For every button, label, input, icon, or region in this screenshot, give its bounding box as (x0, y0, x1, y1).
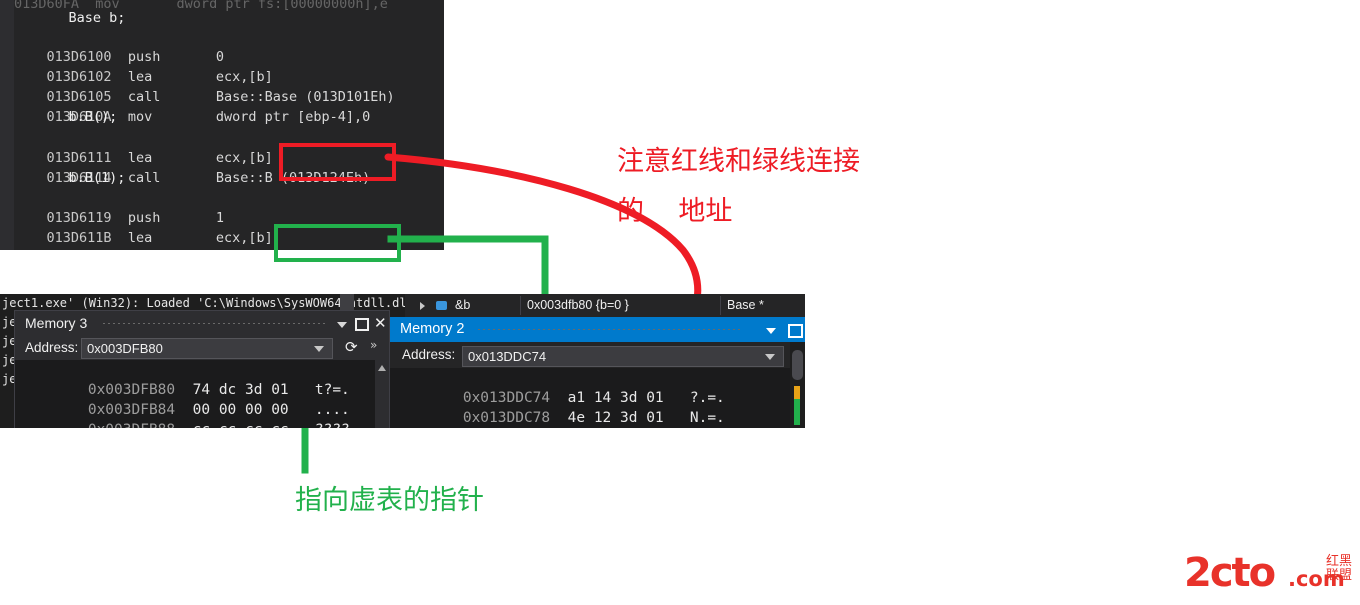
chevron-down-icon[interactable] (765, 354, 775, 360)
scrollbar-marker-green (794, 399, 800, 425)
disassembly-gutter (0, 0, 14, 250)
memory-2-row[interactable]: 0x013DDC74 a1 14 3d 01 ?.=. (393, 368, 725, 406)
memory-2-titlebar[interactable]: Memory 2 (390, 317, 805, 342)
watch-type: Base * (727, 298, 764, 312)
watch-value: 0x003dfb80 {b=0 } (527, 298, 629, 312)
watermark-cn-line2: 联盟 (1325, 568, 1352, 583)
disassembly-row[interactable]: 013D6102 lea ecx,[b] (14, 47, 444, 85)
red-annotation-line2: 的 地址 (617, 196, 733, 227)
green-highlight-box-call-target (274, 224, 401, 262)
memory-2-title: Memory 2 (400, 321, 465, 337)
disassembly-mnemonic: call (128, 248, 216, 250)
memory-2-vertical-scrollbar[interactable] (790, 342, 805, 428)
overflow-chevron-icon[interactable]: » (370, 338, 377, 352)
memory-3-row-clipped[interactable]: 0x003DFB8C 07 44 03 01 ?D?? (18, 420, 350, 428)
disassembly-row[interactable]: 013D610A mov dword ptr [ebp-4],0 (14, 87, 444, 125)
watermark-cn-line1: 红黑 (1325, 554, 1352, 569)
disassembly-row[interactable]: 013D6105 call Base::Base (013D101Eh) (14, 67, 444, 105)
ide-bottom-region: ject1.exe' (Win32): Loaded 'C:\Windows\S… (0, 294, 805, 428)
triangle-right-icon[interactable] (420, 302, 425, 310)
watch-column-divider (520, 296, 521, 315)
memory-3-vertical-scrollbar[interactable] (375, 360, 389, 428)
memory-3-row[interactable]: 0x003DFB80 74 dc 3d 01 t?=. (18, 360, 350, 398)
disassembly-source-line: b.B(); (36, 109, 118, 125)
maximize-icon[interactable] (355, 318, 369, 331)
red-annotation-line1: 注意红线和绿线连接 (617, 146, 860, 177)
titlebar-dotted-rule (478, 329, 743, 330)
memory-3-address-bar: Address: 0x003DFB80 ⟳ » (15, 335, 389, 360)
disassembly-panel[interactable]: 013D60FA mov dword ptr fs:[00000000h],e … (0, 0, 444, 250)
memory-2-row[interactable]: 0x013DDC7C 00 00 00 00 .... (393, 408, 725, 428)
maximize-icon[interactable] (788, 324, 803, 338)
refresh-icon[interactable]: ⟳ (345, 339, 358, 356)
memory-2-address-bar: Address: 0x013DDC74 (390, 342, 790, 368)
memory-3-title: Memory 3 (25, 315, 88, 331)
memory-2-address-value: 0x013DDC74 (468, 349, 547, 364)
memory-3-row[interactable]: 0x003DFB88 cc cc cc cc ???? (18, 400, 350, 428)
watch-name: &b (455, 298, 471, 312)
disassembly-source-line: Base b; (36, 10, 126, 26)
memory-3-address-input[interactable]: 0x003DFB80 (81, 338, 333, 359)
memory-2-grid[interactable]: 0x013DDC74 a1 14 3d 01 ?.=. 0x013DDC78 4… (390, 368, 790, 428)
watch-window-row[interactable]: &b 0x003dfb80 {b=0 } Base * (405, 294, 805, 318)
scrollbar-thumb[interactable] (792, 350, 803, 380)
watermark: 2cto .com 红黑 联盟 (1184, 553, 1352, 597)
memory-2-address-input[interactable]: 0x013DDC74 (462, 346, 784, 367)
scroll-up-arrow-icon[interactable] (378, 365, 386, 371)
memory-3-address-label: Address: (25, 340, 79, 355)
memory-2-address-label: Address: (402, 347, 456, 362)
chevron-down-icon[interactable] (314, 346, 324, 352)
memory-3-titlebar[interactable]: Memory 3 ✕ (15, 311, 389, 335)
cube-icon (436, 301, 447, 310)
memory-2-row[interactable]: 0x013DDC78 4e 12 3d 01 N.=. (393, 388, 725, 426)
memory-3-window[interactable]: Memory 3 ✕ Address: 0x003DFB80 ⟳ » 0x003… (14, 310, 390, 428)
chevron-down-icon[interactable] (337, 322, 347, 328)
disassembly-row[interactable]: 013D6119 push 1 (14, 188, 444, 226)
disassembly-row[interactable]: 013D6100 push 0 (14, 27, 444, 65)
green-annotation: 指向虚表的指针 (295, 485, 484, 516)
memory-3-row[interactable]: 0x003DFB84 00 00 00 00 .... (18, 380, 350, 418)
memory-3-grid[interactable]: 0x003DFB80 74 dc 3d 01 t?=. 0x003DFB84 0… (15, 360, 375, 428)
memory-3-address-value: 0x003DFB80 (87, 341, 163, 356)
watermark-logo: 2cto (1184, 550, 1276, 596)
scrollbar-marker-orange (794, 386, 800, 399)
red-highlight-box-call-target (279, 143, 396, 181)
watch-column-divider (720, 296, 721, 315)
close-icon[interactable]: ✕ (374, 316, 387, 331)
memory-2-window[interactable]: Memory 2 Address: 0x013DDC74 0x013DDC74 … (390, 317, 805, 428)
titlebar-dotted-rule (103, 323, 328, 324)
chevron-down-icon[interactable] (766, 328, 776, 334)
